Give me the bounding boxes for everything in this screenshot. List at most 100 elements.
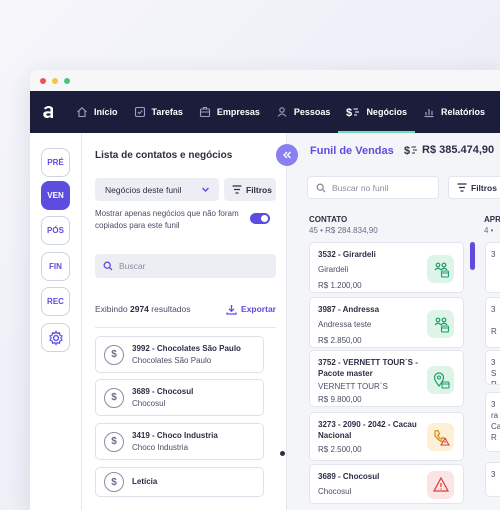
minimize-dot[interactable] [52, 78, 58, 84]
nav-label: Pessoas [294, 107, 331, 117]
collapse-panel-button[interactable] [276, 144, 298, 166]
nav-item-empresas[interactable]: Empresas [191, 91, 268, 133]
app-logo[interactable] [30, 91, 68, 133]
activity-badge[interactable] [427, 423, 454, 451]
contact-title: 3992 - Chocolates São Paulo [132, 343, 241, 355]
deal-card[interactable]: 3987 - Andressa Andressa teste R$ 2.850,… [309, 297, 464, 348]
nav-label: Relatórios [441, 107, 485, 117]
funnel-filters-button[interactable]: Filtros [448, 176, 500, 199]
activity-badge[interactable] [427, 310, 454, 338]
next-column-card[interactable]: 3SR [485, 350, 500, 385]
activity-badge[interactable] [427, 255, 454, 283]
sidebar-item-rec[interactable]: REC [41, 287, 70, 316]
column-amount: R$ 284.834,90 [325, 226, 378, 235]
sidebar-item-fin[interactable]: FIN [41, 252, 70, 281]
funnel-search-input[interactable]: Buscar no funil [307, 176, 439, 199]
column-scrollbar[interactable] [470, 242, 475, 270]
deal-title: 3987 - Andressa [318, 304, 428, 315]
people-calendar-icon [432, 315, 450, 333]
pipeline-sidebar: PRÉ VEN PÓS FIN REC [30, 133, 82, 510]
svg-text:$: $ [346, 107, 352, 118]
tasks-icon [134, 106, 146, 118]
contact-card[interactable]: $ 3992 - Chocolates São PauloChocolates … [95, 336, 264, 373]
contact-title: 3689 - Chocosul [132, 386, 193, 398]
search-placeholder: Buscar no funil [332, 183, 388, 193]
sidebar-item-pre[interactable]: PRÉ [41, 148, 70, 177]
deal-dollar-icon: $ [104, 345, 124, 365]
contact-subtitle: Chocolates São Paulo [132, 355, 241, 367]
export-button[interactable]: Exportar [226, 304, 276, 315]
nav-item-pessoas[interactable]: Pessoas [268, 91, 339, 133]
dollar-icon: $ [346, 106, 360, 118]
filter-icon [457, 183, 467, 192]
pin-calendar-icon [432, 371, 450, 389]
deal-title: 3532 - Girardeli [318, 249, 428, 260]
card-fragment: S [491, 369, 496, 378]
column-name: CONTATO [309, 214, 378, 225]
nav-item-inicio[interactable]: Início [68, 91, 126, 133]
deal-card[interactable]: 3689 - Chocosul Chocosul [309, 464, 464, 504]
chevron-down-icon [201, 185, 210, 194]
column-header-next: APR 4 • [484, 214, 500, 236]
close-dot[interactable] [40, 78, 46, 84]
column-header-contato: CONTATO 45 • R$ 284.834,90 [309, 214, 378, 236]
panel-filters-button[interactable]: Filtros [224, 178, 276, 201]
nav-item-tarefas[interactable]: Tarefas [126, 91, 191, 133]
card-fragment: Ca [491, 422, 500, 431]
search-icon [103, 261, 113, 271]
sidebar-item-pos[interactable]: PÓS [41, 216, 70, 245]
next-column-card[interactable]: 3 [485, 462, 500, 497]
search-icon [316, 183, 326, 193]
copied-deals-toggle[interactable] [250, 213, 270, 224]
deal-card[interactable]: 3532 - Girardeli Girardeli R$ 1.200,00 [309, 242, 464, 293]
select-value: Negócios deste funil [105, 185, 182, 195]
contact-title: Letícia [132, 476, 157, 488]
deal-dollar-icon: $ [104, 432, 124, 452]
home-icon [76, 106, 88, 118]
results-prefix: Exibindo [95, 304, 128, 314]
contact-subtitle: Chocosul [132, 398, 193, 410]
dollar-icon: $ [404, 144, 418, 156]
deal-title: 3273 - 2090 - 2042 - Cacau Nacional [318, 419, 428, 441]
results-text: Exibindo 2974 resultados [95, 304, 191, 314]
nav-item-negocios[interactable]: $ Negócios [338, 91, 415, 133]
sidebar-item-ven[interactable]: VEN [41, 181, 70, 210]
deal-card[interactable]: 3752 - VERNETT TOUR`S - Pacote master VE… [309, 350, 464, 407]
contact-title: 3419 - Choco Industria [132, 430, 218, 442]
column-name: APR [484, 214, 500, 225]
nav-item-relatorios[interactable]: Relatórios [415, 91, 493, 133]
results-suffix: resultados [151, 304, 190, 314]
nav-label: Início [94, 107, 118, 117]
deal-title: 3752 - VERNETT TOUR`S - Pacote master [318, 357, 428, 379]
card-fragment: 3 [491, 400, 495, 409]
card-fragment: R [491, 380, 497, 385]
next-column-card[interactable]: 3raCaR [485, 392, 500, 452]
contact-card[interactable]: $ 3419 - Choco IndustriaChoco Industria [95, 423, 264, 460]
panel-title: Lista de contatos e negócios [95, 150, 232, 161]
activity-badge[interactable] [427, 471, 454, 499]
double-chevron-left-icon [282, 150, 292, 160]
deal-value: R$ 9.800,00 [318, 395, 455, 404]
settings-button[interactable] [41, 323, 70, 352]
scroll-indicator-dot [280, 451, 285, 456]
contact-card[interactable]: $ 3689 - ChocosulChocosul [95, 379, 264, 416]
funnel-filter-select[interactable]: Negócios deste funil [95, 178, 219, 201]
maximize-dot[interactable] [64, 78, 70, 84]
export-label: Exportar [241, 304, 276, 314]
download-icon [226, 304, 237, 315]
deal-card[interactable]: 3273 - 2090 - 2042 - Cacau Nacional R$ 2… [309, 412, 464, 461]
panel-divider [95, 327, 276, 328]
column-count: 45 [309, 226, 318, 235]
nav-label: Empresas [217, 107, 260, 117]
filter-icon [232, 185, 242, 194]
column-meta: 45 • R$ 284.834,90 [309, 225, 378, 236]
card-fragment: 3 [491, 305, 495, 314]
filters-label: Filtros [246, 185, 272, 195]
results-count: 2974 [130, 304, 149, 314]
card-fragment: ra [491, 411, 498, 420]
next-column-card[interactable]: 3R [485, 297, 500, 348]
next-column-card[interactable]: 3 [485, 242, 500, 293]
activity-badge[interactable] [427, 366, 454, 394]
contacts-search-input[interactable]: Buscar [95, 254, 276, 278]
total-value: R$ 385.474,90 [422, 144, 494, 156]
